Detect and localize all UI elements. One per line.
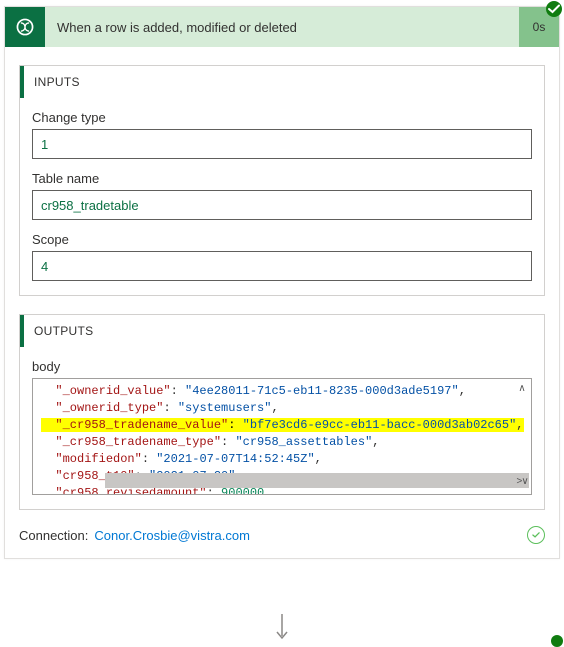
- card-header[interactable]: When a row is added, modified or deleted…: [5, 7, 559, 47]
- field-body: body: [32, 359, 532, 374]
- field-label: Scope: [32, 232, 532, 247]
- field-change-type: Change type 1: [32, 110, 532, 159]
- card-title: When a row is added, modified or deleted: [45, 20, 519, 35]
- inputs-heading: INPUTS: [20, 66, 544, 98]
- field-label: body: [32, 359, 532, 374]
- field-label: Table name: [32, 171, 532, 186]
- field-value[interactable]: 1: [32, 129, 532, 159]
- outputs-heading: OUTPUTS: [20, 315, 544, 347]
- field-value[interactable]: cr958_tradetable: [32, 190, 532, 220]
- connection-label: Connection:: [19, 528, 88, 543]
- outputs-section: OUTPUTS body "_ownerid_value": "4ee28011…: [19, 314, 545, 510]
- scroll-up-icon[interactable]: ∧: [515, 383, 529, 397]
- scroll-track[interactable]: [105, 473, 529, 488]
- scroll-down-icon[interactable]: >∨: [515, 476, 529, 490]
- scrollbar[interactable]: ∧ >∨: [515, 383, 529, 490]
- field-label: Change type: [32, 110, 532, 125]
- status-check-icon: [546, 1, 562, 17]
- connection-link[interactable]: Conor.Crosbie@vistra.com: [94, 528, 250, 543]
- field-value[interactable]: 4: [32, 251, 532, 281]
- connection-ok-icon: [527, 526, 545, 544]
- card-footer: Connection: Conor.Crosbie@vistra.com: [19, 526, 545, 544]
- flow-arrow-icon: [274, 614, 290, 645]
- next-step-check-icon: [551, 635, 563, 647]
- trigger-card: When a row is added, modified or deleted…: [4, 6, 560, 559]
- dataverse-icon: [5, 7, 45, 47]
- field-scope: Scope 4: [32, 232, 532, 281]
- inputs-section: INPUTS Change type 1 Table name cr958_tr…: [19, 65, 545, 296]
- field-table-name: Table name cr958_tradetable: [32, 171, 532, 220]
- body-json-viewer[interactable]: "_ownerid_value": "4ee28011-71c5-eb11-82…: [32, 378, 532, 495]
